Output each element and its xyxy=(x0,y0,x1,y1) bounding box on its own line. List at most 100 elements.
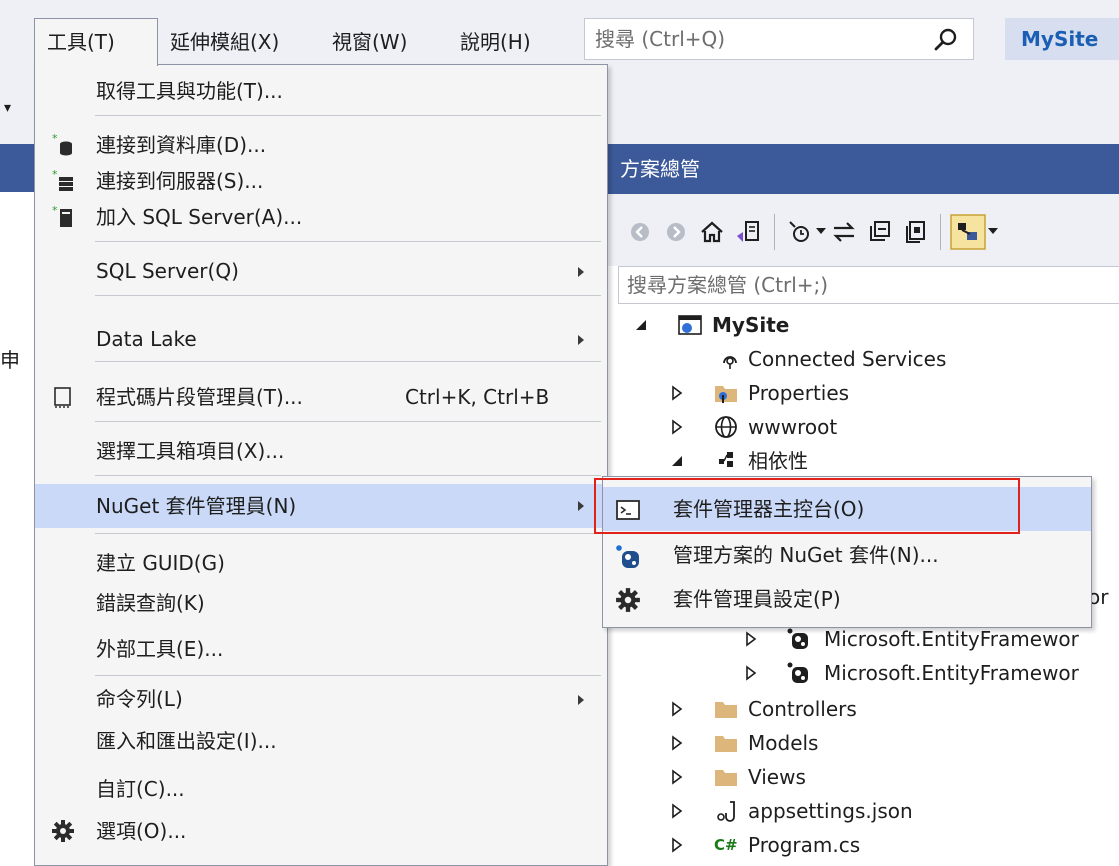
solution-explorer-title-bar: 方案總管 xyxy=(604,144,1119,194)
tree-item-label: Connected Services xyxy=(748,347,947,371)
menu-bar: 工具(T) 延伸模組(X) 視窗(W) 說明(H) 搜尋 (Ctrl+Q) My… xyxy=(0,0,1119,66)
menu-item-command-line[interactable]: 命令列(L) xyxy=(35,681,607,717)
csharp-file-icon: C# xyxy=(714,836,738,854)
properties-folder-icon xyxy=(715,386,737,403)
expanded-arrow-icon[interactable] xyxy=(670,444,684,478)
collapsed-arrow-icon[interactable] xyxy=(744,656,758,690)
collapse-all-icon[interactable] xyxy=(866,218,894,246)
collapsed-arrow-icon[interactable] xyxy=(670,410,684,444)
menu-separator xyxy=(95,115,601,116)
menu-item-choose-toolbox-items[interactable]: 選擇工具箱項目(X)... xyxy=(35,433,607,469)
menu-item-snippet-manager[interactable]: 程式碼片段管理員(T)... Ctrl+K, Ctrl+B xyxy=(35,379,607,415)
submenu-arrow-icon xyxy=(578,335,584,345)
menu-separator xyxy=(95,361,601,362)
submenu-arrow-icon xyxy=(578,267,584,277)
forward-icon[interactable] xyxy=(662,218,690,246)
dropdown-arrow-icon[interactable] xyxy=(816,228,826,236)
properties-icon[interactable] xyxy=(950,214,986,250)
menu-window[interactable]: 視窗(W) xyxy=(322,22,417,62)
tree-item-label: Views xyxy=(748,765,806,789)
menu-item-error-lookup[interactable]: 錯誤查詢(K) xyxy=(35,585,607,621)
tree-item-label: wwwroot xyxy=(748,415,838,439)
menu-item-import-export-settings[interactable]: 匯入和匯出設定(I)... xyxy=(35,723,607,759)
menu-item-connect-database[interactable]: * 連接到資料庫(D)... xyxy=(35,127,607,163)
collapsed-arrow-icon[interactable] xyxy=(670,794,684,828)
switch-views-icon[interactable] xyxy=(734,218,762,246)
show-all-files-icon[interactable] xyxy=(902,218,930,246)
menu-separator xyxy=(95,533,601,534)
search-placeholder: 搜尋方案總管 (Ctrl+;) xyxy=(627,273,829,297)
menu-item-create-guid[interactable]: 建立 GUID(G) xyxy=(35,545,607,581)
menu-item-external-tools[interactable]: 外部工具(E)... xyxy=(35,631,607,667)
folder-icon xyxy=(715,770,737,786)
search-icon[interactable] xyxy=(933,27,959,53)
menu-separator xyxy=(95,675,601,676)
database-connect-icon: * xyxy=(52,133,72,156)
menu-separator xyxy=(95,295,601,296)
menu-item-package-manager-settings[interactable]: 套件管理員設定(P) xyxy=(603,577,1091,621)
tree-item-label: MySite xyxy=(712,313,790,337)
menu-separator xyxy=(95,475,601,476)
menu-item-shortcut: Ctrl+K, Ctrl+B xyxy=(405,385,550,409)
folder-icon xyxy=(715,736,737,752)
add-sql-server-icon: * xyxy=(52,205,72,227)
search-input[interactable]: 搜尋 (Ctrl+Q) xyxy=(584,18,974,60)
snippet-icon xyxy=(54,387,71,408)
toolbar-separator xyxy=(774,214,775,250)
dependencies-icon xyxy=(719,452,733,467)
collapsed-arrow-icon[interactable] xyxy=(670,828,684,862)
sync-icon[interactable] xyxy=(830,218,858,246)
json-file-icon xyxy=(717,801,735,822)
project-name-badge[interactable]: MySite xyxy=(1005,18,1119,60)
toolbar-dropdown-caret[interactable]: ▾ xyxy=(4,100,11,116)
svg-text:*: * xyxy=(52,205,58,217)
tree-item-label: 相依性 xyxy=(748,449,808,473)
dropdown-arrow-icon[interactable] xyxy=(988,228,998,236)
submenu-arrow-icon xyxy=(578,501,584,511)
solution-explorer-title: 方案總管 xyxy=(620,157,700,181)
back-icon[interactable] xyxy=(626,218,654,246)
web-project-icon xyxy=(678,315,702,335)
menu-item-add-sql-server[interactable]: * 加入 SQL Server(A)... xyxy=(35,199,607,235)
callout-highlight-box xyxy=(594,478,1020,534)
nuget-package-icon xyxy=(787,662,808,683)
tree-item-label: Models xyxy=(748,731,819,755)
menu-item-customize[interactable]: 自訂(C)... xyxy=(35,771,607,807)
menu-item-manage-nuget-packages[interactable]: 管理方案的 NuGet 套件(N)... xyxy=(603,533,1091,577)
menu-separator xyxy=(95,421,601,422)
folder-icon xyxy=(715,702,737,718)
search-placeholder: 搜尋 (Ctrl+Q) xyxy=(595,27,726,51)
gear-icon xyxy=(52,820,74,842)
menu-separator xyxy=(95,241,601,242)
menu-tools[interactable]: 工具(T) xyxy=(34,18,158,66)
tools-dropdown-menu: 取得工具與功能(T)... * 連接到資料庫(D)... * 連接到伺服器(S)… xyxy=(34,64,608,866)
menu-extensions[interactable]: 延伸模組(X) xyxy=(160,22,289,62)
menu-item-connect-server[interactable]: * 連接到伺服器(S)... xyxy=(35,163,607,199)
menu-item-sql-server[interactable]: SQL Server(Q) xyxy=(35,251,607,291)
menu-help[interactable]: 說明(H) xyxy=(450,22,541,62)
pending-changes-icon[interactable] xyxy=(786,218,814,246)
submenu-arrow-icon xyxy=(578,695,584,705)
gear-icon xyxy=(616,588,640,612)
tree-item-label: Properties xyxy=(748,381,850,405)
toolbar-separator xyxy=(940,214,941,250)
solution-explorer-toolbar xyxy=(604,194,1119,266)
tree-item-label: appsettings.json xyxy=(748,799,913,823)
home-icon[interactable] xyxy=(698,218,726,246)
expanded-arrow-icon[interactable] xyxy=(634,308,648,342)
menu-item-options[interactable]: 選項(O)... xyxy=(35,813,607,849)
clipped-text: 申 xyxy=(0,348,20,372)
collapsed-arrow-icon[interactable] xyxy=(670,760,684,794)
tree-item-label: Program.cs xyxy=(748,833,861,857)
server-connect-icon: * xyxy=(52,169,73,191)
menu-item-nuget-package-manager[interactable]: NuGet 套件管理員(N) xyxy=(35,484,607,528)
collapsed-arrow-icon[interactable] xyxy=(670,692,684,726)
menu-item-data-lake[interactable]: Data Lake xyxy=(35,321,607,357)
tree-item-label: Controllers xyxy=(748,697,857,721)
menu-item-get-tools[interactable]: 取得工具與功能(T)... xyxy=(35,73,607,109)
connected-services-icon xyxy=(723,356,737,369)
collapsed-arrow-icon[interactable] xyxy=(670,376,684,410)
collapsed-arrow-icon[interactable] xyxy=(670,726,684,760)
nuget-icon xyxy=(616,545,639,568)
solution-explorer-search-input[interactable]: 搜尋方案總管 (Ctrl+;) xyxy=(618,266,1119,304)
